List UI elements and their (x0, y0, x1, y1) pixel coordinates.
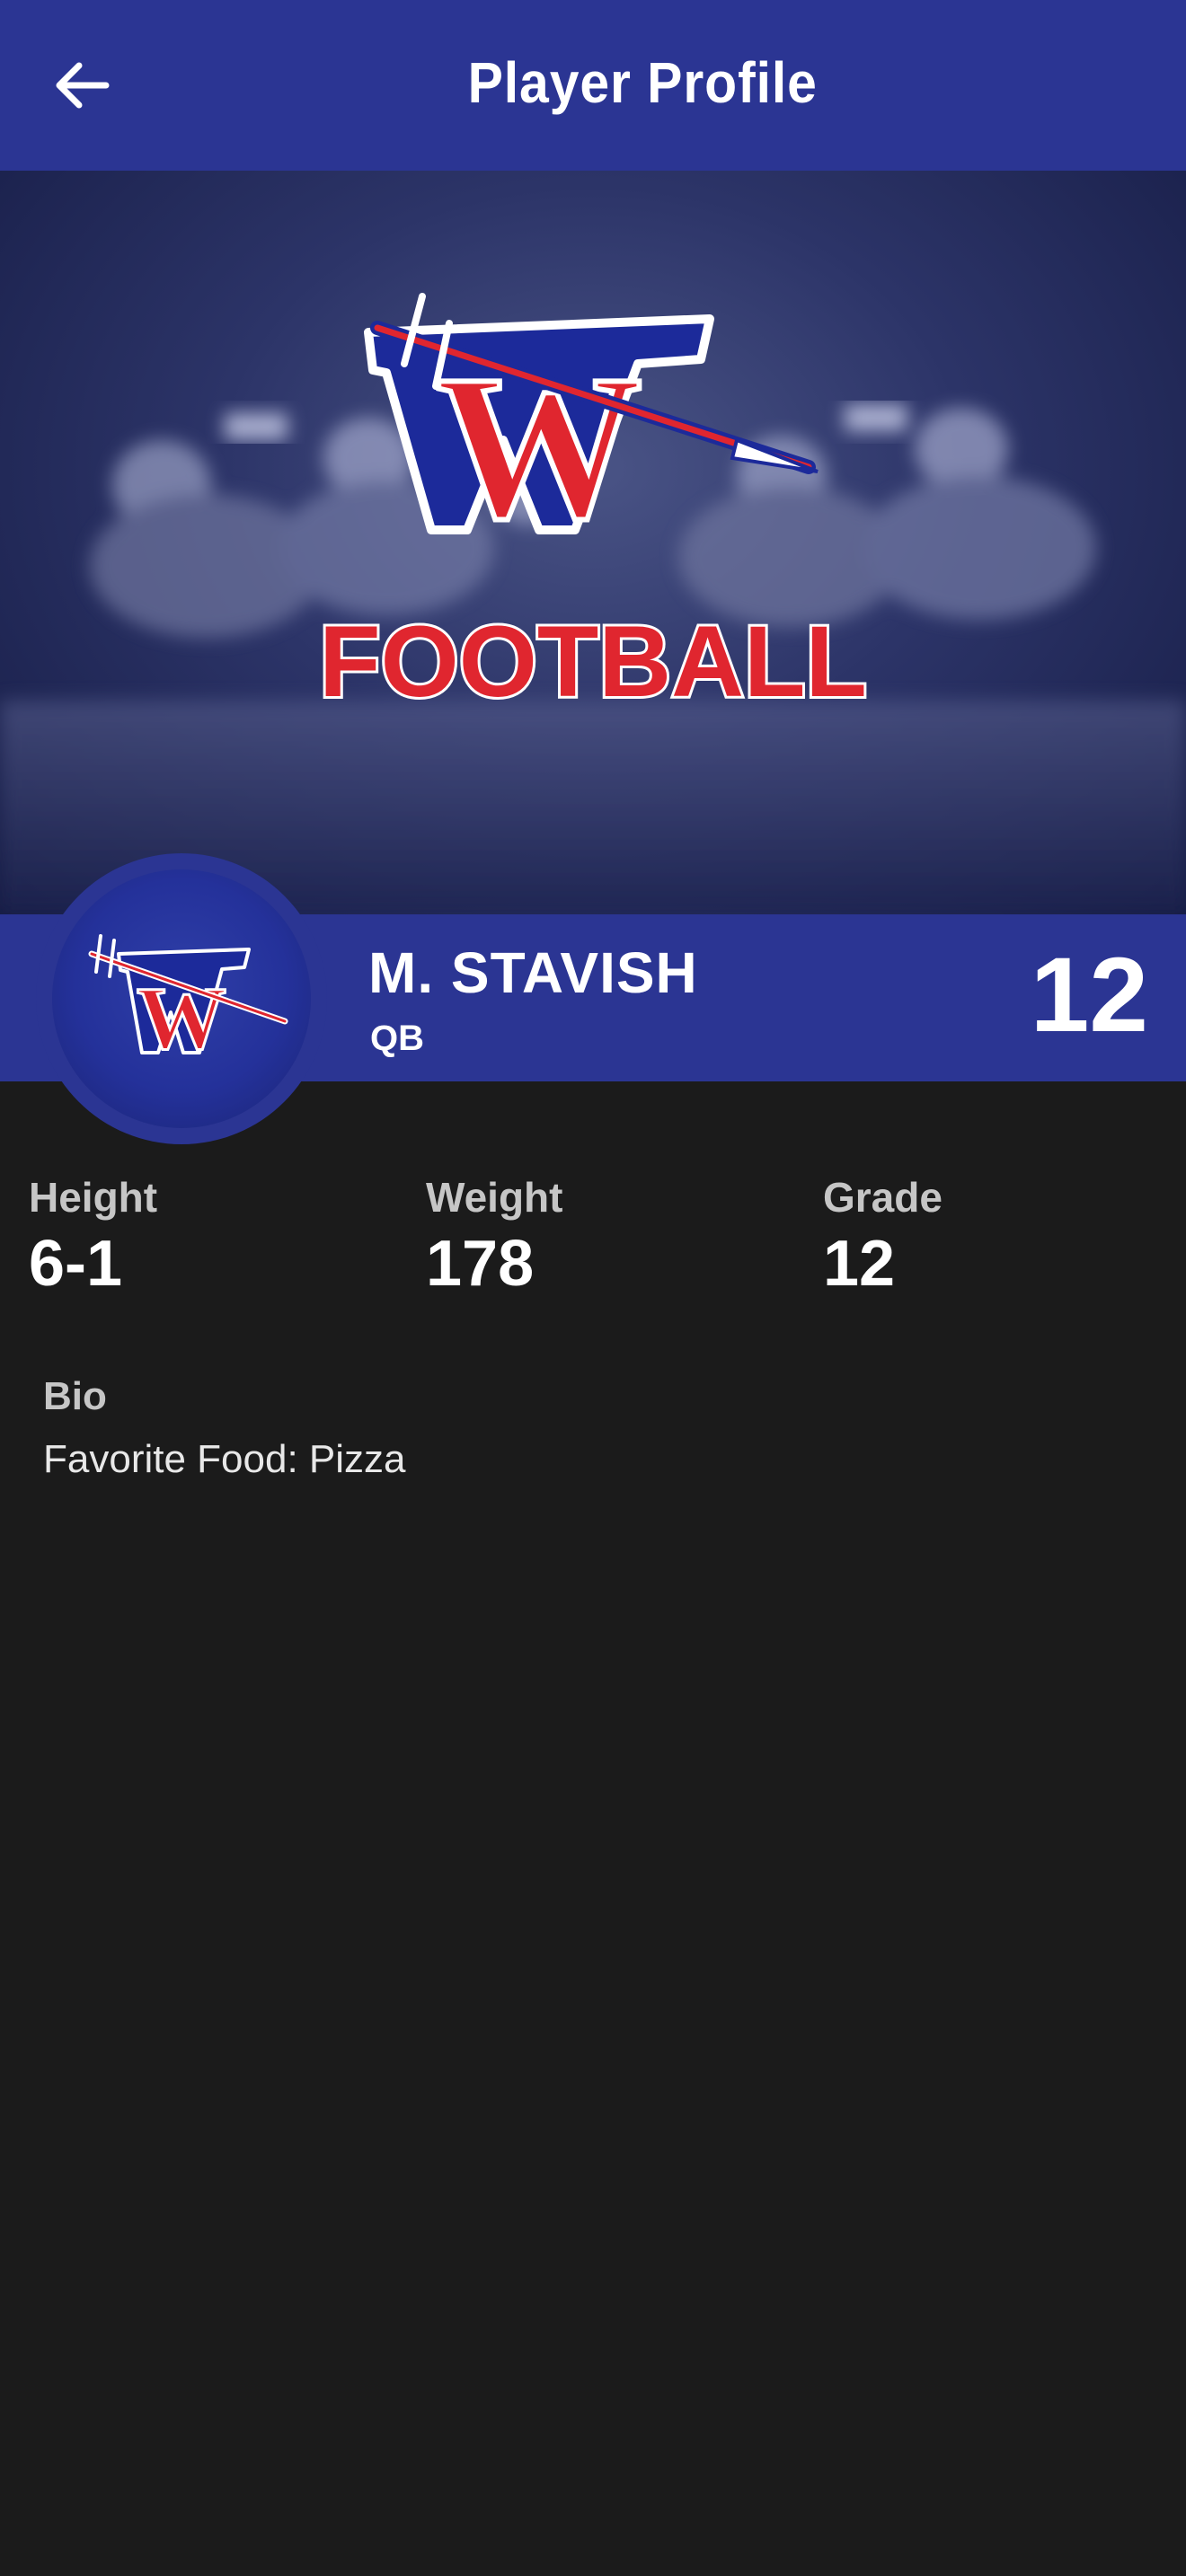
banner-graphic: W FOOTBALL (0, 293, 1186, 914)
svg-text:W: W (436, 332, 642, 561)
player-position: QB (370, 1019, 424, 1058)
team-banner: W FOOTBALL (0, 171, 1186, 914)
stat-value: 12 (823, 1228, 896, 1300)
banner-caption: FOOTBALL (319, 605, 867, 718)
stat-grade: Grade 12 (823, 1173, 943, 1301)
page-title: Player Profile (467, 50, 818, 115)
stat-label: Weight (426, 1174, 563, 1221)
app-bar: Player Profile (0, 0, 1186, 171)
player-name: M. STAVISH (368, 940, 698, 1005)
team-logo-small: W (88, 934, 288, 1070)
stat-weight: Weight 178 (426, 1173, 562, 1301)
stat-value: 6-1 (29, 1228, 123, 1300)
stat-value: 178 (426, 1228, 535, 1300)
bio-text: Favorite Food: Pizza (43, 1437, 406, 1481)
stat-height: Height 6-1 (29, 1173, 157, 1301)
avatar-logo: W (52, 869, 311, 1128)
stat-label: Height (29, 1174, 158, 1221)
stat-label: Grade (823, 1174, 943, 1221)
bio-label: Bio (43, 1374, 107, 1418)
player-number: 12 (1030, 936, 1148, 1054)
avatar: W (36, 853, 327, 1144)
